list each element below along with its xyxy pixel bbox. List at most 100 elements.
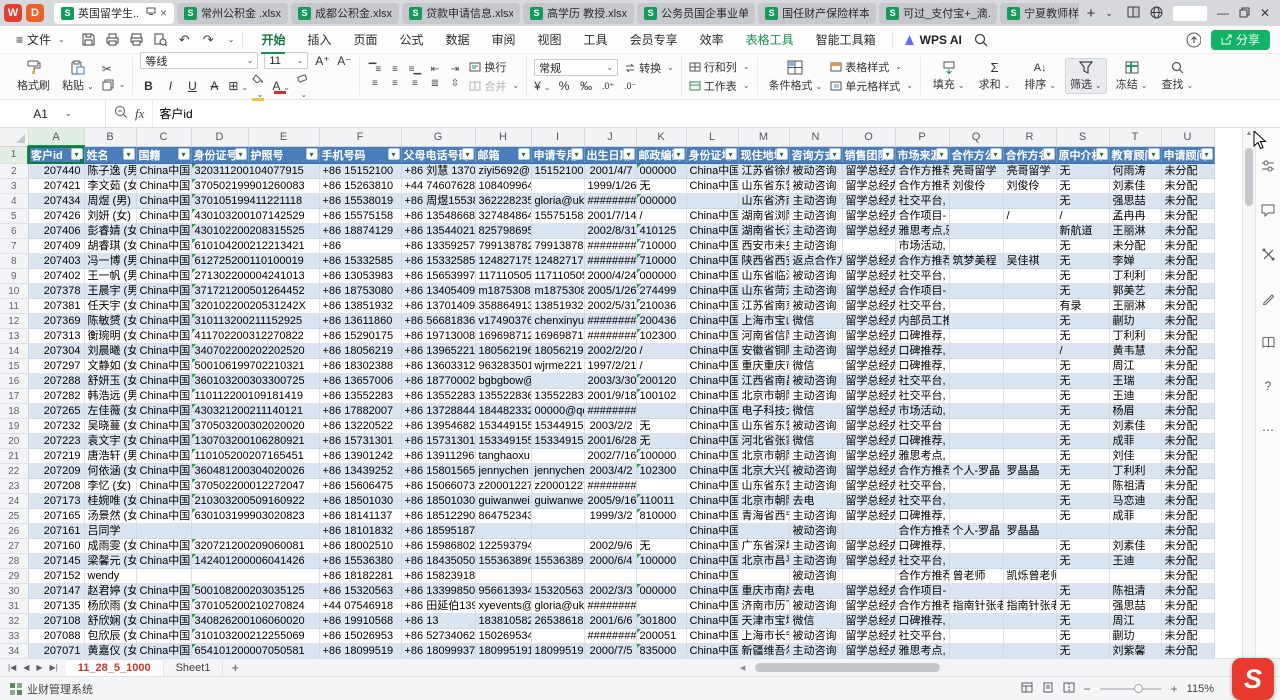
cell-R17[interactable] bbox=[1003, 389, 1056, 404]
cell-P22[interactable]: 合作方推荐 bbox=[895, 464, 949, 479]
cell-F29[interactable]: +86 18182281 bbox=[319, 569, 401, 584]
cell-F21[interactable]: +86 13901242 bbox=[319, 449, 401, 464]
cell-J4[interactable]: ######## bbox=[584, 194, 636, 209]
wps-logo-icon[interactable]: W bbox=[4, 4, 22, 22]
cell-K13[interactable]: 102300 bbox=[636, 329, 686, 344]
cell-G34[interactable]: +86 1809993716 bbox=[401, 644, 475, 659]
row-header-17[interactable]: 17 bbox=[0, 389, 28, 404]
row-header-31[interactable]: 31 bbox=[0, 599, 28, 614]
cell-F15[interactable]: +86 18302388 bbox=[319, 359, 401, 374]
cell-I30[interactable]: 153205635 bbox=[531, 584, 584, 599]
cell-A10[interactable]: 207378 bbox=[28, 284, 84, 299]
row-header-9[interactable]: 9 bbox=[0, 269, 28, 284]
cell-D30[interactable]: 500108200203035125 bbox=[191, 584, 319, 599]
cell-J1[interactable]: 出生日期▾ bbox=[584, 146, 636, 164]
cell-K22[interactable]: 102300 bbox=[636, 464, 686, 479]
cell-J23[interactable]: ######## bbox=[584, 479, 636, 494]
cell-K26[interactable] bbox=[636, 524, 686, 539]
zoom-out-icon[interactable]: − bbox=[1084, 682, 1091, 696]
cell-P12[interactable]: 内部员工推 bbox=[895, 314, 949, 329]
cell-J14[interactable]: 2002/2/20 bbox=[584, 344, 636, 359]
cell-D12[interactable]: 310113200211152925 bbox=[191, 314, 319, 329]
cell-O11[interactable]: 留学总经办 bbox=[842, 299, 895, 314]
cell-P9[interactable]: 社交平台, bbox=[895, 269, 949, 284]
cell-D13[interactable]: 411702200312270822 bbox=[191, 329, 319, 344]
cell-B23[interactable]: 李忆 (女) bbox=[84, 479, 136, 494]
cell-K32[interactable]: 301800 bbox=[636, 614, 686, 629]
cell-D29[interactable] bbox=[191, 569, 319, 584]
cell-B6[interactable]: 彭睿婧 (女 bbox=[84, 224, 136, 239]
cell-L17[interactable]: China中国 bbox=[686, 389, 738, 404]
cell-K30[interactable]: 000000 bbox=[636, 584, 686, 599]
cell-B15[interactable]: 文静如 (女 bbox=[84, 359, 136, 374]
pen-icon[interactable] bbox=[1260, 290, 1276, 306]
cell-D34[interactable]: 654101200007050581 bbox=[191, 644, 319, 659]
cell-A13[interactable]: 207313 bbox=[28, 329, 84, 344]
cell-I11[interactable]: 138519326 bbox=[531, 299, 584, 314]
close-icon[interactable]: ✕ bbox=[1260, 7, 1270, 19]
cell-R19[interactable] bbox=[1003, 419, 1056, 434]
cell-R2[interactable]: 亮哥留学 bbox=[1003, 164, 1056, 179]
horizontal-scrollbar[interactable]: ◀ ▶ bbox=[740, 662, 1246, 674]
cell-U27[interactable]: 未分配 bbox=[1161, 539, 1214, 554]
cell-O5[interactable]: 留学总经办 bbox=[842, 209, 895, 224]
cell-D19[interactable]: 370503200302020020 bbox=[191, 419, 319, 434]
cell-S9[interactable]: 无 bbox=[1056, 269, 1109, 284]
cell-O18[interactable]: 留学总经办 bbox=[842, 404, 895, 419]
cell-S32[interactable]: 无 bbox=[1056, 614, 1109, 629]
cell-S30[interactable]: 无 bbox=[1056, 584, 1109, 599]
cell-G33[interactable]: +86 52734062 bbox=[401, 629, 475, 644]
cell-H16[interactable]: bgbgbow@ bbox=[475, 374, 531, 389]
cell-C18[interactable]: China中国 bbox=[136, 404, 191, 419]
cell-J3[interactable]: 1999/1/26 bbox=[584, 179, 636, 194]
cell-N3[interactable]: 被动咨询 bbox=[789, 179, 842, 194]
cell-P26[interactable]: 合作方推荐 bbox=[895, 524, 949, 539]
cell-H2[interactable]: ziyi5692@ bbox=[475, 164, 531, 179]
cell-F31[interactable]: +44 07546918 bbox=[319, 599, 401, 614]
cell-K29[interactable] bbox=[636, 569, 686, 584]
cell-J33[interactable]: ######## bbox=[584, 629, 636, 644]
cell-N28[interactable]: 主动咨询 bbox=[789, 554, 842, 569]
cell-H22[interactable]: jennychen bbox=[475, 464, 531, 479]
file-tab-5[interactable]: S高学历 教授.xlsx bbox=[523, 3, 634, 24]
cell-M25[interactable]: 青海省西宁 bbox=[738, 509, 789, 524]
cell-K14[interactable]: / bbox=[636, 344, 686, 359]
fill-color-button[interactable]: ⌄ bbox=[250, 72, 266, 100]
cell-C12[interactable]: China中国 bbox=[136, 314, 191, 329]
cell-H11[interactable]: 358864913 bbox=[475, 299, 531, 314]
column-header-E[interactable]: E bbox=[248, 128, 319, 146]
cell-C2[interactable]: China中国 bbox=[136, 164, 191, 179]
cell-S22[interactable]: 无 bbox=[1056, 464, 1109, 479]
row-header-2[interactable]: 2 bbox=[0, 164, 28, 179]
cell-S20[interactable]: 无 bbox=[1056, 434, 1109, 449]
cell-Q11[interactable] bbox=[949, 299, 1003, 314]
cell-O22[interactable]: 留学总经办 bbox=[842, 464, 895, 479]
cell-P23[interactable]: 社交平台, bbox=[895, 479, 949, 494]
menu-tab-数据[interactable]: 数据 bbox=[436, 26, 480, 53]
cell-G30[interactable]: +86 1339985047 bbox=[401, 584, 475, 599]
cell-J29[interactable] bbox=[584, 569, 636, 584]
cell-A19[interactable]: 207232 bbox=[28, 419, 84, 434]
cell-F17[interactable]: +86 13552283 bbox=[319, 389, 401, 404]
filter-dropdown-icon[interactable]: ▾ bbox=[725, 148, 737, 160]
save-icon[interactable] bbox=[81, 32, 96, 47]
cell-K34[interactable]: 835000 bbox=[636, 644, 686, 659]
column-header-D[interactable]: D bbox=[191, 128, 248, 146]
cell-L11[interactable]: China中国 bbox=[686, 299, 738, 314]
cell-N20[interactable]: 微信 bbox=[789, 434, 842, 449]
cell-I28[interactable]: 155363896 bbox=[531, 554, 584, 569]
cell-H27[interactable]: 122593794XXX@163. bbox=[475, 539, 531, 554]
cell-K23[interactable] bbox=[636, 479, 686, 494]
cell-M23[interactable]: 山东省东营 bbox=[738, 479, 789, 494]
number-format-select[interactable]: 常规⌄ bbox=[534, 59, 618, 76]
cell-J19[interactable]: 2003/2/2 bbox=[584, 419, 636, 434]
cell-A9[interactable]: 207402 bbox=[28, 269, 84, 284]
row-header-34[interactable]: 34 bbox=[0, 644, 28, 659]
cell-T16[interactable]: 王瑞 bbox=[1109, 374, 1161, 389]
cell-K5[interactable]: / bbox=[636, 209, 686, 224]
cell-R4[interactable] bbox=[1003, 194, 1056, 209]
cell-P5[interactable]: 合作项目- bbox=[895, 209, 949, 224]
cell-C8[interactable]: China中国 bbox=[136, 254, 191, 269]
cell-U29[interactable]: 未分配 bbox=[1161, 569, 1214, 584]
cell-S7[interactable]: 无 bbox=[1056, 239, 1109, 254]
